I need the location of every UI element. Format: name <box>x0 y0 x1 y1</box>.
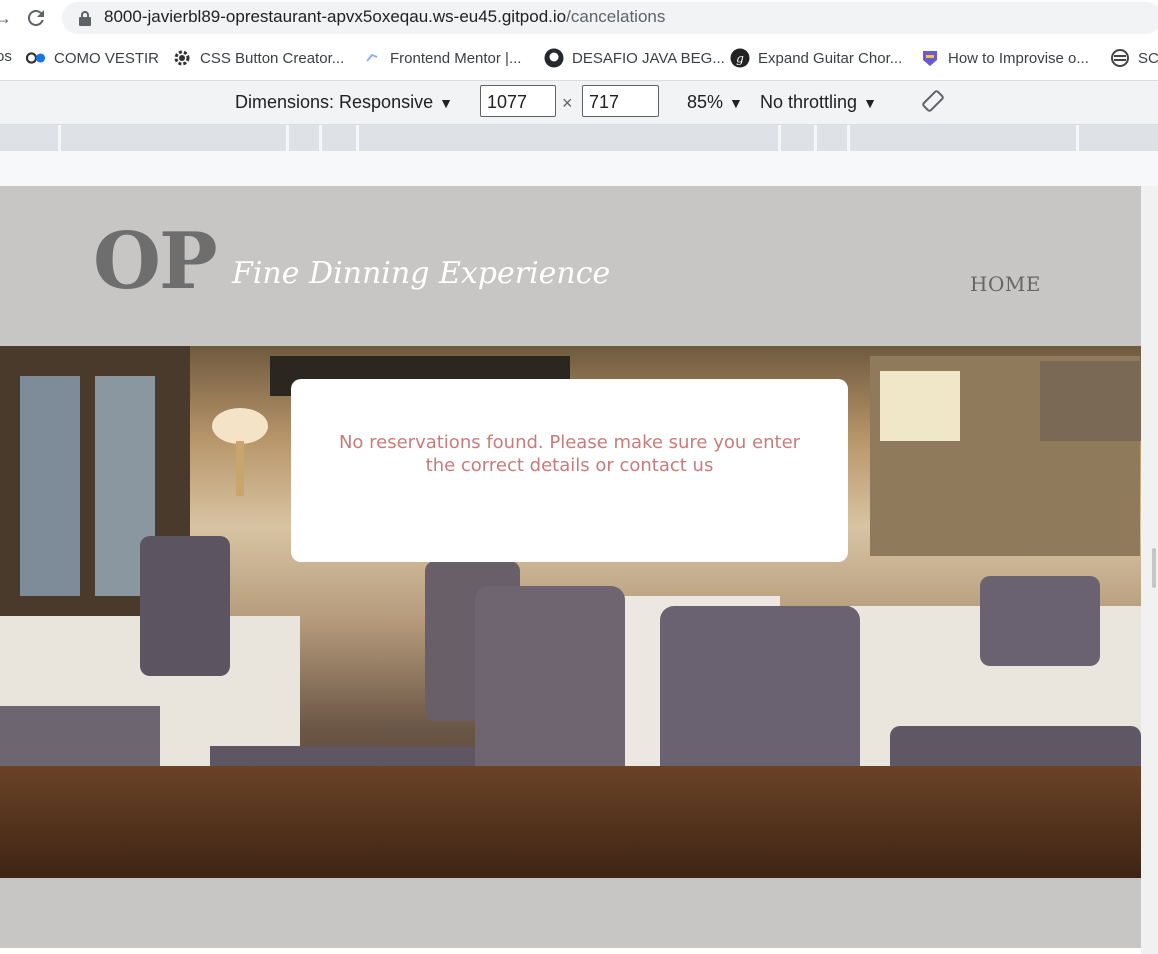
wood-floor <box>0 766 1141 878</box>
times-sign: × <box>562 93 573 113</box>
bookmark-item[interactable]: Frontend Mentor |... <box>362 48 521 68</box>
mq-divider <box>847 125 850 151</box>
caret-down-icon: ▼ <box>439 95 453 111</box>
svg-text:g: g <box>736 52 744 66</box>
caret-down-icon: ▼ <box>863 95 877 111</box>
reload-icon[interactable] <box>24 6 48 30</box>
go-logo-icon <box>26 48 46 68</box>
frontend-mentor-icon <box>362 48 382 68</box>
back-arrow-icon[interactable]: → <box>0 8 12 29</box>
bookmark-item[interactable]: g Expand Guitar Chor... <box>730 48 902 68</box>
bookmarks-bar: os COMO VESTIR CSS Button Creator... Fro… <box>0 40 1158 76</box>
no-reservations-message: No reservations found. Please make sure … <box>338 432 801 476</box>
mq-divider <box>356 125 359 151</box>
height-input[interactable]: 717 <box>582 85 659 117</box>
bookmark-item[interactable]: COMO VESTIR <box>26 48 159 68</box>
bookmark-item[interactable]: CSS Button Creator... <box>172 48 344 68</box>
dimensions-dropdown[interactable]: Dimensions: Responsive ▼ <box>235 92 453 113</box>
bookmark-item[interactable]: DESAFIO JAVA BEG... <box>544 48 725 68</box>
zoom-dropdown[interactable]: 85% ▼ <box>687 92 743 113</box>
bookmark-item[interactable]: How to Improvise o... <box>920 48 1089 68</box>
nav-home-link[interactable]: HOME <box>970 272 1041 296</box>
ruler <box>0 151 1158 186</box>
mq-divider <box>1076 125 1079 151</box>
sc-site-icon <box>1110 48 1130 68</box>
width-input[interactable]: 1077 <box>480 85 556 117</box>
rotate-icon[interactable] <box>921 89 945 113</box>
site-logo[interactable]: OP <box>93 216 218 307</box>
message-card: No reservations found. Please make sure … <box>291 379 848 562</box>
mq-divider <box>58 125 61 151</box>
device-toolbar: Dimensions: Responsive ▼ 1077 × 717 85% ▼ … <box>0 80 1158 125</box>
mq-divider <box>286 125 289 151</box>
scrollbar-thumb[interactable] <box>1152 548 1156 588</box>
site-tagline: Fine Dinning Experience <box>232 256 611 291</box>
bookmark-item[interactable]: os <box>0 48 12 65</box>
viewport-bottom-edge <box>0 948 1141 954</box>
badge-icon <box>920 48 940 68</box>
lock-icon[interactable] <box>78 10 92 26</box>
bookmark-item[interactable]: SC <box>1110 48 1158 68</box>
caret-down-icon: ▼ <box>729 95 743 111</box>
guitar-site-icon: g <box>730 48 750 68</box>
url-text[interactable]: 8000-javierbl89-oprestaurant-apvx5oxeqau… <box>104 7 665 27</box>
mq-divider <box>778 125 781 151</box>
mq-divider <box>814 125 817 151</box>
mq-divider <box>319 125 322 151</box>
address-bar-row: → 8000-javierbl89-oprestaurant-apvx5oxeq… <box>0 0 1158 36</box>
media-query-bar[interactable] <box>0 125 1158 151</box>
github-icon <box>544 48 564 68</box>
gear-icon <box>172 48 192 68</box>
throttling-dropdown[interactable]: No throttling ▼ <box>760 92 877 113</box>
site-viewport: OP Fine Dinning Experience HOME No reser… <box>0 186 1141 948</box>
